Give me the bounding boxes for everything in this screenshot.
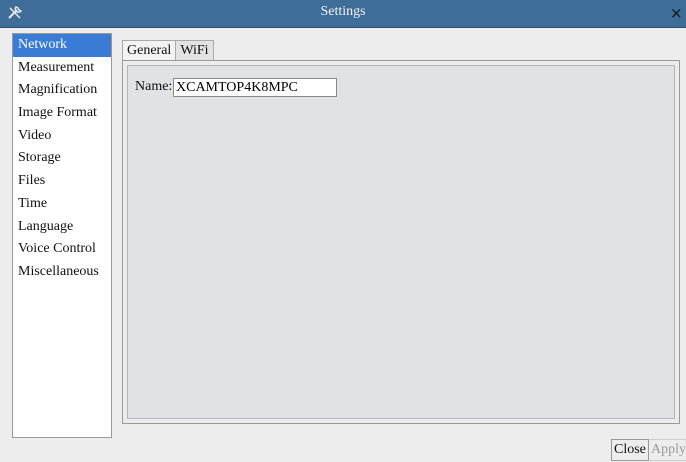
tab-general[interactable]: General [122, 40, 177, 60]
sidebar-item-storage[interactable]: Storage [13, 147, 111, 170]
tab-wifi[interactable]: WiFi [175, 40, 214, 60]
name-field[interactable] [173, 78, 337, 97]
sidebar-item-measurement[interactable]: Measurement [13, 57, 111, 80]
sidebar-item-magnification[interactable]: Magnification [13, 79, 111, 102]
tab-pane-general: Name: [122, 60, 680, 424]
sidebar-item-voice-control[interactable]: Voice Control [13, 238, 111, 261]
tab-bar: General WiFi [122, 40, 214, 62]
sidebar-item-time[interactable]: Time [13, 193, 111, 216]
title-bar: Settings × [0, 0, 686, 28]
sidebar-item-video[interactable]: Video [13, 125, 111, 148]
sidebar-item-image-format[interactable]: Image Format [13, 102, 111, 125]
sidebar-item-language[interactable]: Language [13, 216, 111, 239]
close-button[interactable]: Close [611, 439, 649, 461]
name-label: Name: [135, 79, 173, 94]
apply-button[interactable]: Apply [649, 439, 686, 461]
sidebar-item-files[interactable]: Files [13, 170, 111, 193]
general-panel: Name: [127, 65, 675, 419]
window-title: Settings [320, 4, 366, 19]
settings-content: General WiFi Name: [117, 33, 686, 426]
sidebar-item-miscellaneous[interactable]: Miscellaneous [13, 261, 111, 284]
sidebar-item-network[interactable]: Network [13, 34, 111, 57]
window-close-icon[interactable]: × [670, 3, 686, 23]
settings-category-list: Network Measurement Magnification Image … [12, 33, 112, 438]
